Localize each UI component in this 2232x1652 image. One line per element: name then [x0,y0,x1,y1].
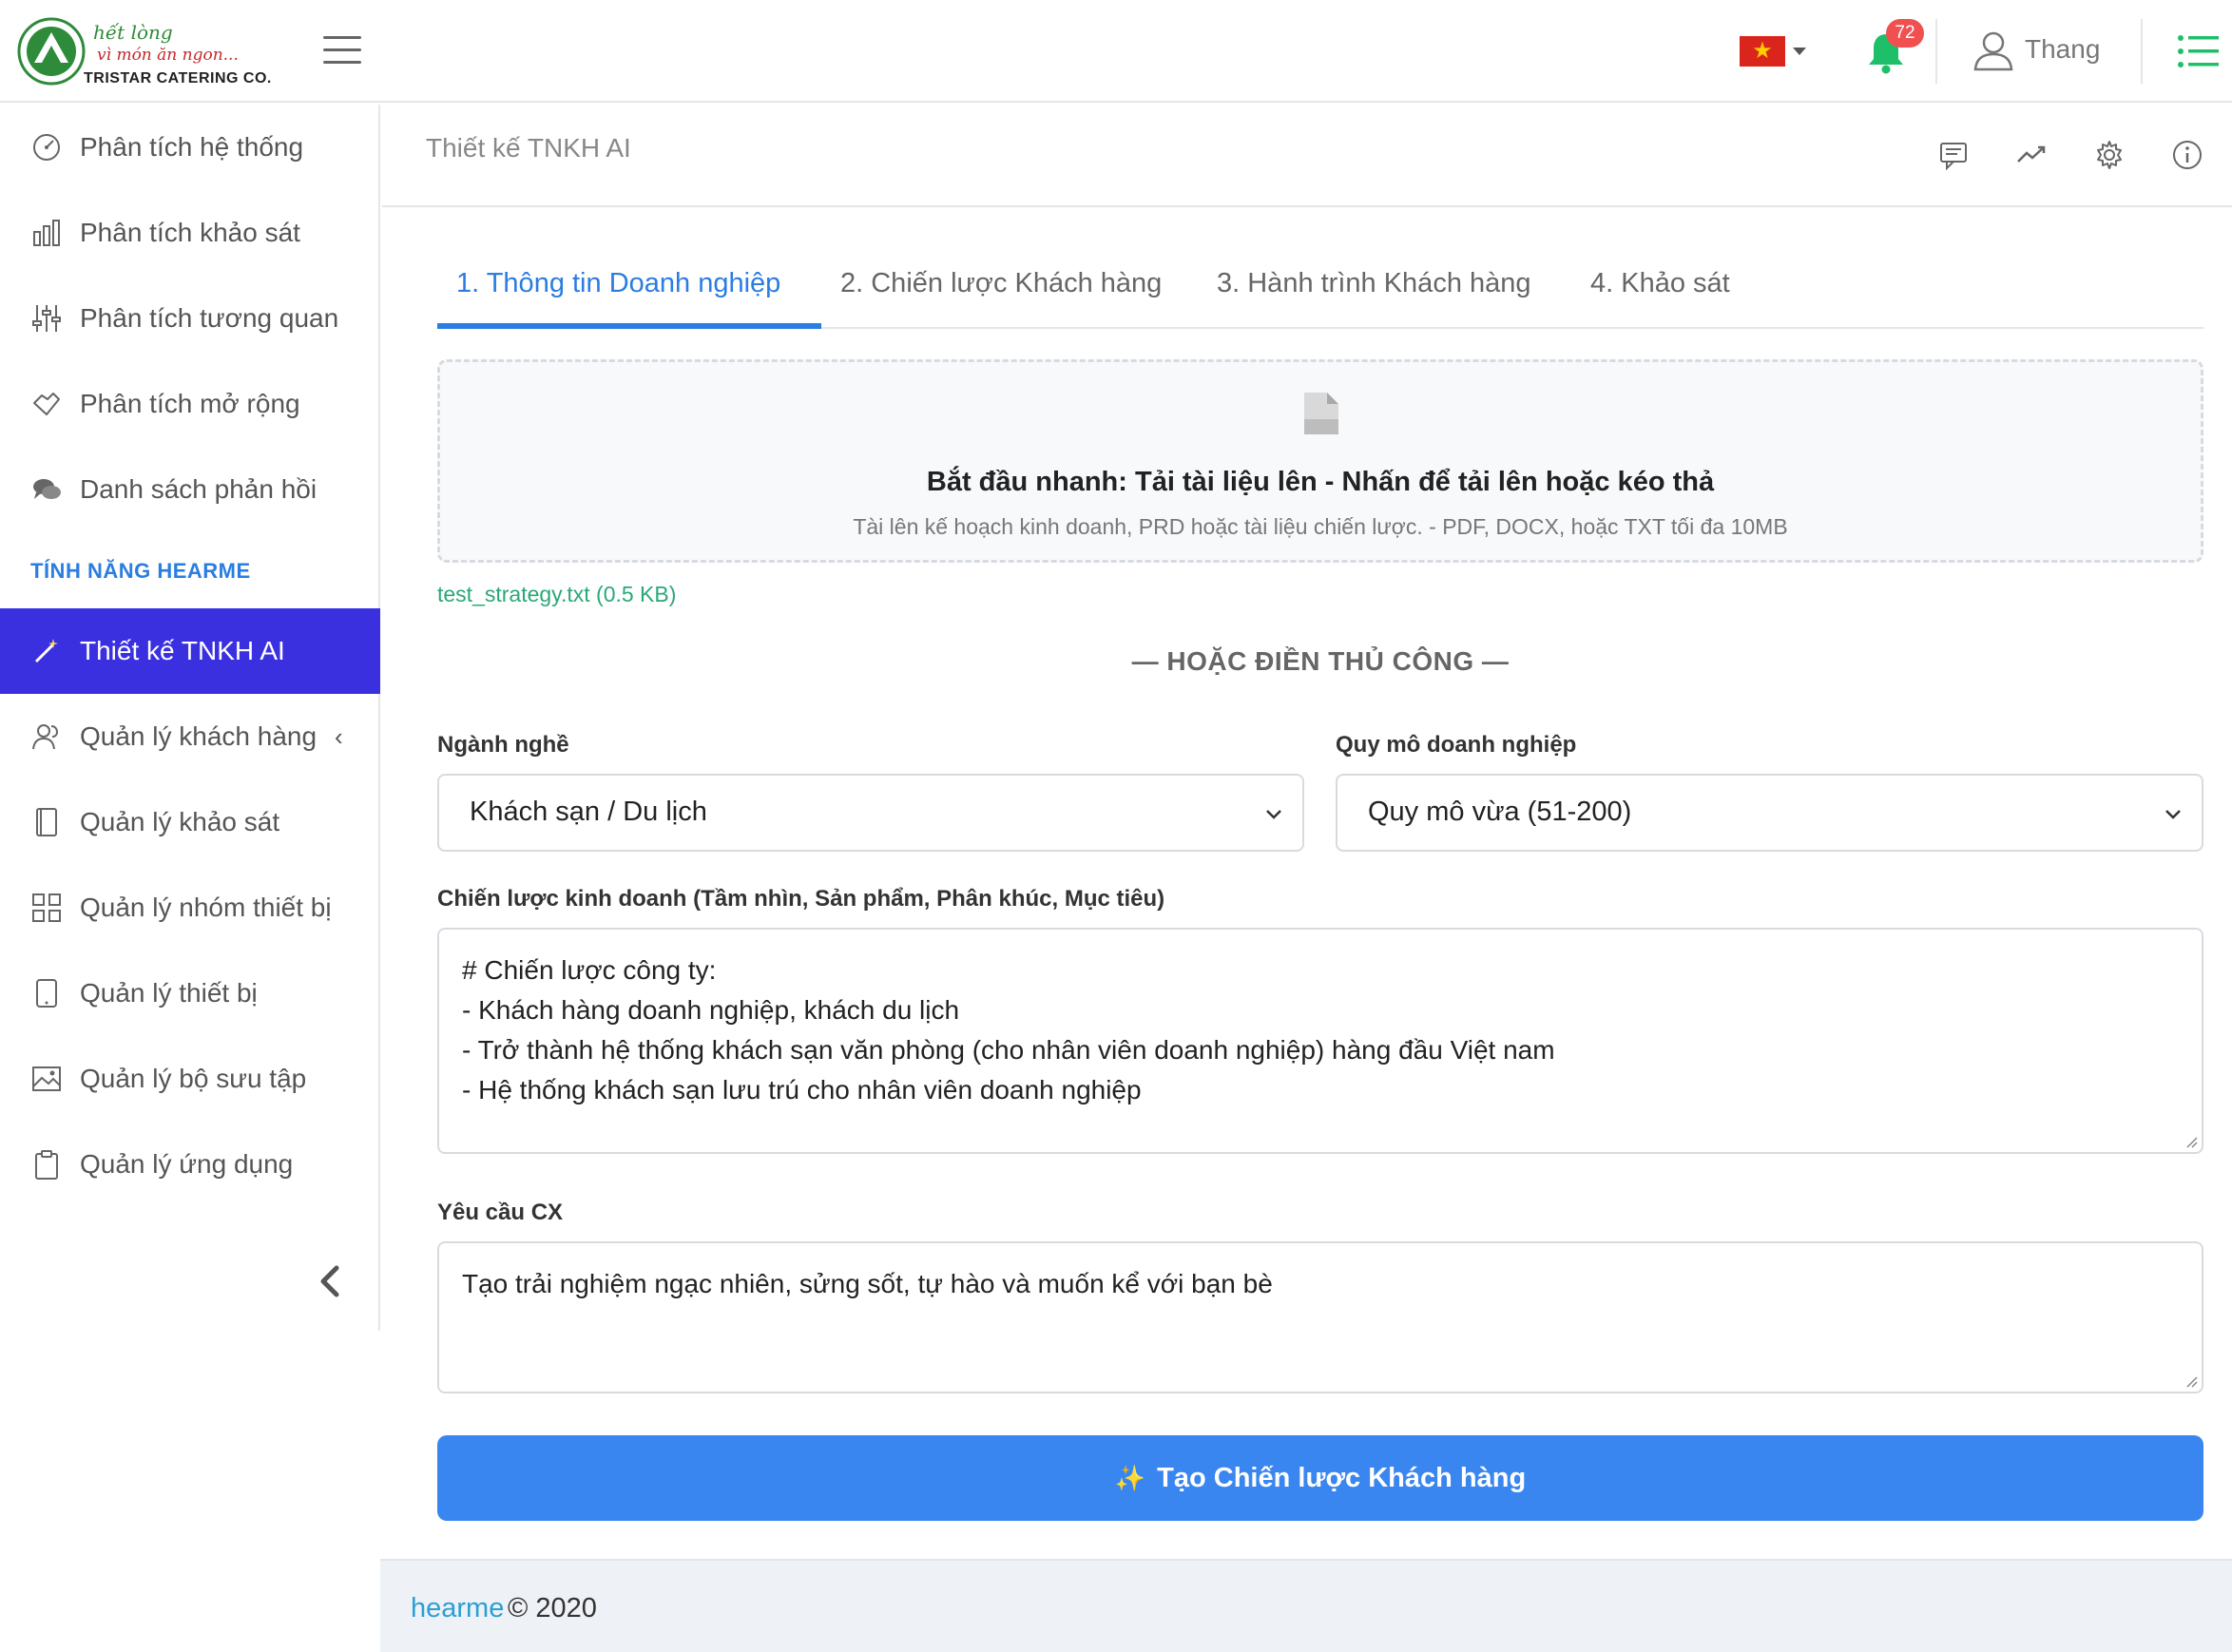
industry-select-value: Khách sạn / Du lịch [470,797,707,827]
file-dropzone[interactable]: Bắt đầu nhanh: Tải tài liệu lên - Nhấn đ… [437,359,2203,563]
sidebar-item-label: Quản lý ứng dụng [80,1149,294,1179]
sidebar-item-system-analysis[interactable]: Phân tích hệ thống [0,105,380,190]
company-logo[interactable]: hết lòng vì món ăn ngon... TRISTAR CATER… [15,13,281,91]
sidebar-item-collection-management[interactable]: Quản lý bộ sưu tập [0,1036,380,1122]
tab-customer-strategy[interactable]: 2. Chiến lược Khách hàng [840,268,1162,299]
logo-company-name: TRISTAR CATERING CO. [84,70,272,86]
dropzone-subtitle: Tài lên kế hoạch kinh doanh, PRD hoặc tà… [853,514,1788,539]
sidebar-item-app-management[interactable]: Quản lý ứng dụng [0,1122,380,1207]
tab-customer-journey[interactable]: 3. Hành trình Khách hàng [1217,268,1531,299]
tablet-icon [36,979,57,1008]
notebook-icon [36,808,57,836]
active-tab-indicator [437,323,821,329]
footer-copyright: © 2020 [508,1593,597,1623]
sidebar-item-customer-management[interactable]: Quản lý khách hàng ‹ [0,694,380,779]
sidebar-item-label: Phân tích hệ thống [80,132,304,162]
chevron-down-icon [2165,810,2181,819]
image-icon [32,1066,61,1091]
manual-entry-divider: — HOẶC ĐIỀN THỦ CÔNG — [1131,646,1510,676]
message-icon[interactable] [1937,139,1970,171]
sidebar-item-label: Phân tích mở rộng [80,389,300,418]
dropzone-title: Bắt đầu nhanh: Tải tài liệu lên - Nhấn đ… [926,467,1715,497]
user-name[interactable]: Thang [2025,34,2100,65]
header-divider [1935,19,1937,84]
language-caret-icon[interactable] [1793,48,1806,55]
logo-emblem-icon [17,17,86,86]
flag-star-icon: ★ [1752,38,1773,64]
cx-requirement-label: Yêu cầu CX [437,1200,564,1225]
grid-icon [32,893,61,922]
sidebar-item-device-group-management[interactable]: Quản lý nhóm thiết bị [0,865,380,951]
magic-wand-icon [34,639,58,663]
industry-select[interactable]: Khách sạn / Du lịch [437,774,1304,852]
sidebar-item-device-management[interactable]: Quản lý thiết bị [0,951,380,1036]
sparkle-icon: ✨ [1114,1463,1146,1492]
menu-toggle-icon[interactable] [323,36,361,67]
business-strategy-label: Chiến lược kinh doanh (Tầm nhìn, Sản phẩ… [437,886,1165,912]
logo-script-top: hết lòng [93,21,173,44]
chevron-down-icon [1266,810,1281,819]
step-tabs: 1. Thông tin Doanh nghiệp 2. Chiến lược … [437,257,2203,329]
strategy-text-line: # Chiến lược công ty: [462,955,717,985]
document-icon [1304,393,1338,434]
handshake-icon [33,393,60,415]
bar-chart-icon [33,220,60,246]
chat-icon [33,479,61,499]
chevron-left-icon[interactable]: ‹ [335,722,343,752]
sidebar-item-ai-cx-design[interactable]: Thiết kế TNKH AI [0,608,380,694]
sidebar-item-label: Quản lý thiết bị [80,978,258,1008]
sidebar-item-correlation-analysis[interactable]: Phân tích tương quan [0,276,380,361]
page-header: Thiết kế TNKH AI [382,105,2232,207]
generate-button-label: Tạo Chiến lược Khách hàng [1157,1462,1527,1493]
company-scale-select-value: Quy mô vừa (51-200) [1368,797,1632,827]
footer-brand-link[interactable]: hearme [411,1593,504,1624]
collapse-sidebar-icon[interactable] [314,1262,346,1300]
info-icon[interactable] [2171,139,2203,171]
cx-requirement-textarea[interactable]: Tạo trải nghiệm ngạc nhiên, sửng sốt, tự… [437,1241,2203,1393]
industry-label: Ngành nghề [437,732,569,758]
logo-script-bottom: vì món ăn ngon... [97,46,239,65]
top-bar: hết lòng vì món ăn ngon... TRISTAR CATER… [0,0,2232,103]
user-icon[interactable] [1972,29,2015,72]
sidebar: Phân tích hệ thống Phân tích khảo sát Ph… [0,105,380,1331]
sidebar-item-extended-analysis[interactable]: Phân tích mở rộng [0,361,380,447]
sidebar-item-label: Phân tích tương quan [80,303,339,333]
gear-icon[interactable] [2093,139,2126,171]
users-icon [32,724,59,750]
list-menu-icon[interactable] [2177,32,2221,70]
sidebar-item-label: Quản lý bộ sưu tập [80,1064,307,1093]
generate-customer-strategy-button[interactable]: ✨ Tạo Chiến lược Khách hàng [437,1435,2203,1521]
sidebar-item-label: Thiết kế TNKH AI [80,636,285,665]
clipboard-icon [35,1150,58,1180]
resize-grip-icon[interactable] [2183,1133,2198,1148]
cx-requirement-text: Tạo trải nghiệm ngạc nhiên, sửng sốt, tự… [462,1269,1273,1298]
sidebar-item-label: Quản lý khảo sát [80,807,280,836]
resize-grip-icon[interactable] [2183,1373,2198,1388]
company-scale-select[interactable]: Quy mô vừa (51-200) [1336,774,2203,852]
sidebar-item-label: Quản lý khách hàng [80,721,317,751]
sidebar-item-label: Phân tích khảo sát [80,218,300,247]
sliders-icon [32,305,61,332]
business-strategy-textarea[interactable]: # Chiến lược công ty: - Khách hàng doanh… [437,928,2203,1154]
sidebar-item-label: Danh sách phản hồi [80,474,317,504]
strategy-text-line: - Khách hàng doanh nghiệp, khách du lịch [462,995,960,1025]
footer: hearme © 2020 [380,1559,2232,1652]
gauge-icon [33,134,60,161]
strategy-text-line: - Trở thành hệ thống khách sạn văn phòng… [462,1035,1555,1065]
language-flag-vn[interactable]: ★ [1740,36,1785,67]
sidebar-item-survey-management[interactable]: Quản lý khảo sát [0,779,380,865]
page-title: Thiết kế TNKH AI [426,133,631,163]
header-divider [2141,19,2143,84]
notification-badge: 72 [1886,19,1924,48]
uploaded-file-name[interactable]: test_strategy.txt (0.5 KB) [437,582,676,607]
tab-business-info[interactable]: 1. Thông tin Doanh nghiệp [456,268,780,299]
trend-line-icon[interactable] [2015,139,2048,171]
tab-survey[interactable]: 4. Khảo sát [1590,268,1730,299]
sidebar-item-survey-analysis[interactable]: Phân tích khảo sát [0,190,380,276]
sidebar-item-feedback-list[interactable]: Danh sách phản hồi [0,447,380,532]
strategy-text-line: - Hệ thống khách sạn lưu trú cho nhân vi… [462,1075,1142,1105]
sidebar-section-title: TÍNH NĂNG HEARME [30,559,251,583]
company-scale-label: Quy mô doanh nghiệp [1336,732,1577,758]
sidebar-item-label: Quản lý nhóm thiết bị [80,893,332,922]
